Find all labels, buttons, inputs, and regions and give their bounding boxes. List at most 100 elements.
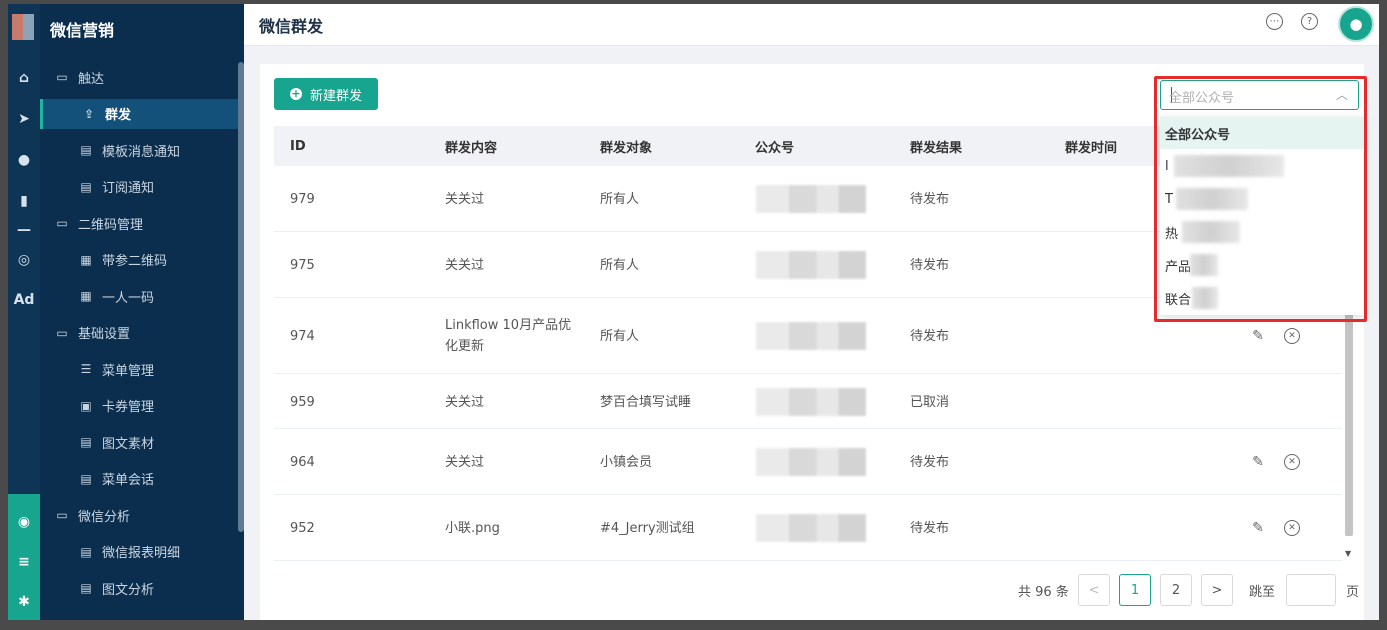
sidebar-item[interactable]: ▭ 二维码管理 xyxy=(40,208,240,238)
jump-label: 跳至 xyxy=(1249,584,1276,600)
ad-icon[interactable]: Ad xyxy=(8,286,40,314)
header-id: ID xyxy=(290,138,306,154)
sidebar-item[interactable]: ▤ 订阅通知 xyxy=(40,172,240,202)
sidebar-item[interactable]: ⇪ 群发 xyxy=(40,98,240,129)
sidebar-item[interactable]: ▤ 微信报表明细 xyxy=(40,537,240,567)
cell-id: 952 xyxy=(290,521,315,536)
message-icon[interactable]: ⋯ xyxy=(1266,13,1283,30)
header-account: 公众号 xyxy=(755,140,795,156)
avatar[interactable]: ● xyxy=(1338,6,1374,42)
plus-icon: + xyxy=(289,87,302,100)
upload-icon: ⇪ xyxy=(83,106,95,121)
row-actions: ✎ ✕ xyxy=(1250,520,1300,536)
new-broadcast-button[interactable]: + 新建群发 xyxy=(274,78,378,110)
sidebar-item[interactable]: ▣ 卡券管理 xyxy=(40,391,240,421)
cell-id: 974 xyxy=(290,329,315,344)
sidebar-scrollbar[interactable] xyxy=(238,62,244,532)
cell-account-redacted xyxy=(756,251,866,279)
server-icon[interactable]: ≡ xyxy=(8,548,40,576)
edit-icon[interactable]: ✎ xyxy=(1250,328,1266,344)
row-actions: ✎ ✕ xyxy=(1250,454,1300,470)
cell-id: 975 xyxy=(290,258,315,273)
app-window: ⌂ ➤ ● ▮ — ◎ Ad ◉ ≡ ✱ 微信营销 ▭ 触达 ⇪ 群发 ▤ 模板消息通知 ▤… xyxy=(8,4,1379,620)
row-actions: ✎ ✕ xyxy=(1250,328,1300,344)
sidebar-item[interactable]: ▤ 菜单会话 xyxy=(40,464,240,494)
cell-result: 待发布 xyxy=(910,521,950,536)
table-row[interactable]: 959 关关过 梦百合填写试睡 已取消 xyxy=(274,374,1342,429)
sidebar-item-label: 卡券管理 xyxy=(102,400,155,415)
sidebar-item[interactable]: ▭ 触达 xyxy=(40,62,240,92)
sidebar-item-label: 二维码管理 xyxy=(78,217,144,233)
sidebar-item-label: 菜单管理 xyxy=(102,363,155,379)
user-icon[interactable]: ● xyxy=(8,146,40,174)
pagination-total: 共 96 条 xyxy=(1018,584,1069,600)
sidebar-item-label: 菜单会话 xyxy=(102,473,155,488)
sidebar-item-label: 微信分析 xyxy=(78,509,131,525)
sidebar-item[interactable]: ▤ 图文分析 xyxy=(40,573,240,603)
dropdown-option[interactable]: 产品 xyxy=(1160,249,1364,281)
sidebar-item[interactable]: ▤ 图文素材 xyxy=(40,427,240,457)
account-select-placeholder: 全部公众号 xyxy=(1169,91,1235,106)
sidebar-item-label: 订阅通知 xyxy=(102,181,155,196)
analytics-icon[interactable]: ◉ xyxy=(8,508,40,536)
sidebar-item-label: 微信报表明细 xyxy=(102,546,181,561)
next-page-button[interactable]: > xyxy=(1201,574,1233,606)
cell-target: 所有人 xyxy=(600,329,640,344)
dropdown-option[interactable]: 热 xyxy=(1160,216,1364,248)
sidebar-item[interactable]: ▦ 带参二维码 xyxy=(40,245,240,275)
wechat-icon[interactable]: ◎ xyxy=(8,246,40,274)
sidebar-item[interactable]: ▤ 模板消息通知 xyxy=(40,135,240,165)
header-content: 群发内容 xyxy=(445,140,498,156)
sidebar-item[interactable]: ▭ 微信分析 xyxy=(40,500,240,530)
dropdown-option[interactable]: l xyxy=(1160,150,1364,182)
chevron-up-icon: ︿ xyxy=(1335,88,1348,102)
jump-page-input[interactable] xyxy=(1286,574,1336,606)
header-target: 群发对象 xyxy=(600,140,653,156)
dropdown-option[interactable]: 联合 xyxy=(1160,282,1364,314)
edit-icon[interactable]: ✎ xyxy=(1250,454,1266,470)
cell-account-redacted xyxy=(756,514,866,542)
cancel-icon[interactable]: ✕ xyxy=(1284,520,1300,536)
cell-target: 所有人 xyxy=(600,192,640,207)
icon-rail: ⌂ ➤ ● ▮ — ◎ Ad ◉ ≡ ✱ xyxy=(8,4,40,620)
sidebar-item[interactable]: ☰ 菜单管理 xyxy=(40,354,240,384)
settings-icon[interactable]: ✱ xyxy=(8,588,40,616)
bar-chart-icon[interactable]: ▮ xyxy=(8,187,40,215)
sidebar-item[interactable]: ▭ 基础设置 xyxy=(40,318,240,348)
account-select[interactable]: 全部公众号 ︿ xyxy=(1160,80,1359,110)
sidebar-item-label: 模板消息通知 xyxy=(102,144,181,160)
prev-page-button[interactable]: < xyxy=(1078,574,1110,606)
home-icon[interactable]: ⌂ xyxy=(8,64,40,92)
edit-icon[interactable]: ✎ xyxy=(1250,520,1266,536)
page-1-button[interactable]: 1 xyxy=(1119,574,1151,606)
sidebar-item[interactable]: ▦ 一人一码 xyxy=(40,281,240,311)
cell-account-redacted xyxy=(756,448,866,476)
template-icon: ▤ xyxy=(80,143,92,157)
cell-id: 959 xyxy=(290,394,315,410)
cell-account-redacted xyxy=(756,185,866,213)
rail-bottom-section: ◉ ≡ ✱ xyxy=(8,494,40,620)
header-time: 群发时间 xyxy=(1065,140,1118,156)
cancel-icon[interactable]: ✕ xyxy=(1284,454,1300,470)
header-result: 群发结果 xyxy=(910,140,963,156)
scroll-down-icon[interactable]: ▼ xyxy=(1345,549,1351,558)
app-logo xyxy=(12,14,34,40)
document-icon: ▤ xyxy=(80,435,92,449)
cell-target: 所有人 xyxy=(600,258,640,273)
folder-icon: ▭ xyxy=(56,216,68,230)
list-icon: ☰ xyxy=(80,362,92,376)
table-row[interactable]: 952 小联.png #4_Jerry测试组 待发布 ✎ ✕ xyxy=(274,495,1342,561)
help-icon[interactable]: ? xyxy=(1301,13,1318,30)
cancel-icon[interactable]: ✕ xyxy=(1284,328,1300,344)
topbar: 微信群发 ⋯ ? ● xyxy=(244,4,1379,46)
dropdown-option[interactable]: 全部公众号 xyxy=(1160,117,1364,149)
table-row[interactable]: 964 关关过 小镇会员 待发布 ✎ ✕ xyxy=(274,429,1342,495)
cell-content: 小联.png xyxy=(445,521,500,536)
sidebar-item-label: 群发 xyxy=(105,108,132,123)
dropdown-option[interactable]: T xyxy=(1160,183,1364,215)
cell-target: 梦百合填写试睡 xyxy=(600,394,692,410)
cell-result: 待发布 xyxy=(910,329,950,344)
page-2-button[interactable]: 2 xyxy=(1160,574,1192,606)
account-dropdown-menu: 全部公众号 l T 热 产品 联合 xyxy=(1160,117,1364,315)
send-icon[interactable]: ➤ xyxy=(8,105,40,133)
